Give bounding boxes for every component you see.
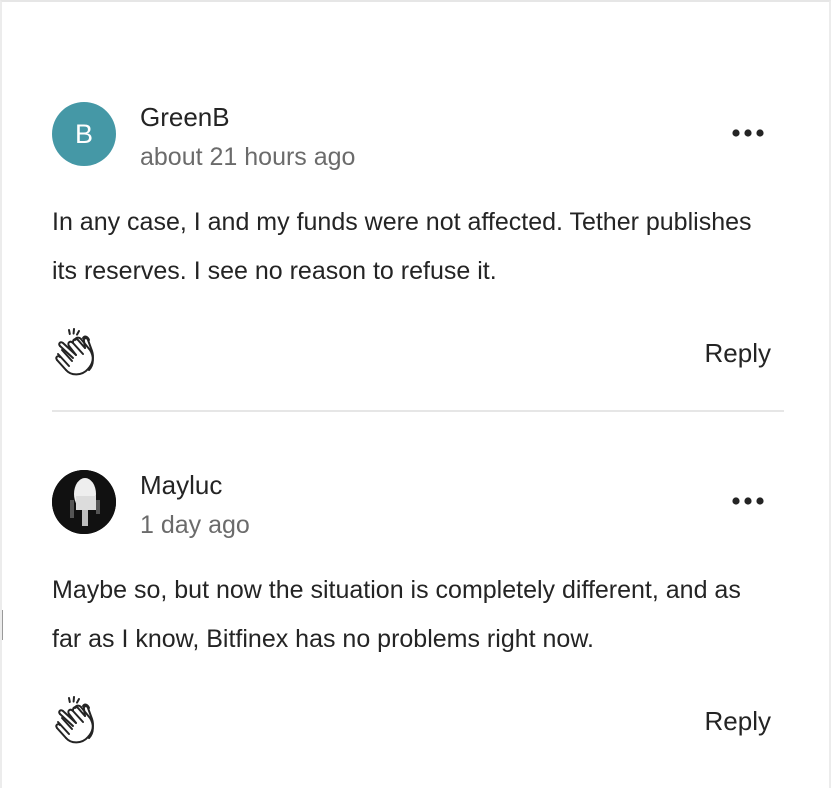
comments-panel: B GreenB about 21 hours ago In any case,… xyxy=(0,0,831,788)
edge-marker xyxy=(2,610,6,640)
avatar-photo-image xyxy=(52,470,116,534)
clap-icon[interactable] xyxy=(52,696,100,746)
comment-header: Mayluc 1 day ago xyxy=(52,470,784,540)
avatar[interactable] xyxy=(52,470,116,534)
clap-icon[interactable] xyxy=(52,328,100,378)
comment-item: Mayluc 1 day ago Maybe so, but now the s… xyxy=(52,470,784,744)
comment-item: B GreenB about 21 hours ago In any case,… xyxy=(52,102,784,376)
comment-author[interactable]: Mayluc xyxy=(140,470,222,500)
reply-button[interactable]: Reply xyxy=(705,706,771,736)
avatar[interactable]: B xyxy=(52,102,116,166)
comment-timestamp[interactable]: 1 day ago xyxy=(140,510,250,540)
comment-text: Maybe so, but now the situation is compl… xyxy=(52,576,741,653)
more-options-icon[interactable] xyxy=(730,492,766,510)
comment-text: In any case, I and my funds were not aff… xyxy=(52,208,752,285)
comment-author[interactable]: GreenB xyxy=(140,102,230,132)
reply-button[interactable]: Reply xyxy=(705,338,771,368)
comment-header: B GreenB about 21 hours ago xyxy=(52,102,784,172)
more-options-icon[interactable] xyxy=(730,124,766,142)
comment-divider xyxy=(52,410,784,412)
comment-timestamp[interactable]: about 21 hours ago xyxy=(140,142,355,172)
